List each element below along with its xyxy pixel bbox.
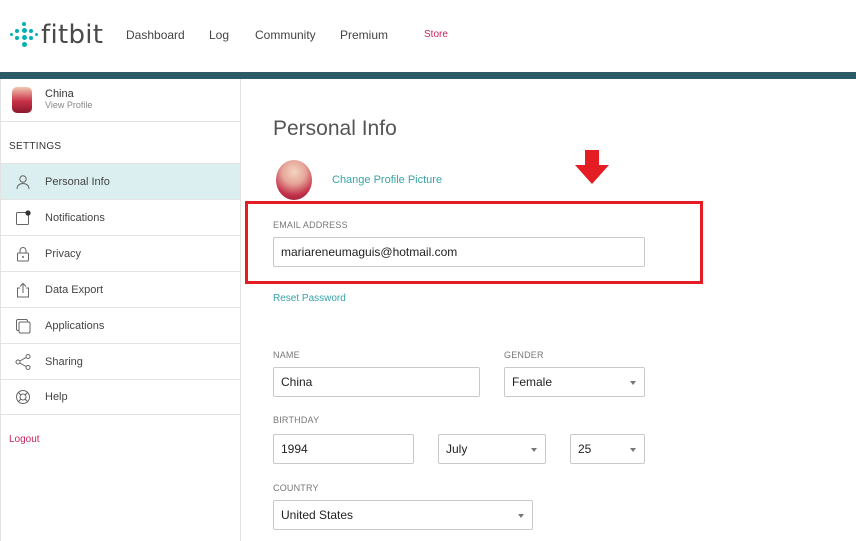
sidebar-item-label: Sharing <box>45 355 83 368</box>
sidebar-item-data-export[interactable]: Data Export <box>1 271 240 307</box>
gender-select[interactable]: Female <box>504 367 645 397</box>
sidebar-item-label: Applications <box>45 319 105 332</box>
top-header: fitbit Dashboard Log Community Premium S… <box>0 0 856 72</box>
sidebar-item-label: Personal Info <box>45 175 110 188</box>
notifications-icon <box>1 209 45 226</box>
country-label: COUNTRY <box>273 483 319 493</box>
red-down-arrow-icon <box>575 150 609 184</box>
email-label: EMAIL ADDRESS <box>273 220 348 230</box>
sidebar-item-sharing[interactable]: Sharing <box>1 343 240 379</box>
fitbit-logo[interactable]: fitbit <box>10 20 104 50</box>
change-profile-picture-link[interactable]: Change Profile Picture <box>332 174 442 186</box>
export-icon <box>1 282 45 298</box>
email-field[interactable]: mariareneumaguis@hotmail.com <box>273 237 645 267</box>
person-icon <box>1 174 45 190</box>
view-profile-link[interactable]: View Profile <box>45 100 92 111</box>
settings-sidebar: China View Profile SETTINGS Personal Inf… <box>0 79 241 541</box>
name-label: NAME <box>273 350 300 360</box>
birthday-label: BIRTHDAY <box>273 415 320 425</box>
share-icon <box>1 353 45 370</box>
lock-icon <box>1 246 45 262</box>
nav-log[interactable]: Log <box>209 28 255 42</box>
birthday-day-select[interactable]: 25 <box>570 434 645 464</box>
sidebar-item-label: Privacy <box>45 247 82 260</box>
logo-wordmark: fitbit <box>41 20 104 50</box>
nav-community[interactable]: Community <box>255 28 340 42</box>
sidebar-item-label: Data Export <box>45 283 104 296</box>
nav-store[interactable]: Store <box>424 28 448 42</box>
profile-name: China <box>45 88 74 100</box>
sidebar-item-applications[interactable]: Applications <box>1 307 240 343</box>
profile-picture[interactable] <box>276 160 312 200</box>
sidebar-item-help[interactable]: Help <box>1 379 240 415</box>
birthday-month-select[interactable]: July <box>438 434 546 464</box>
page-title: Personal Info <box>273 117 397 140</box>
nav-premium[interactable]: Premium <box>340 28 424 42</box>
sidebar-item-label: Help <box>45 391 68 403</box>
sidebar-item-personal-info[interactable]: Personal Info <box>1 163 240 199</box>
logout-link[interactable]: Logout <box>1 415 240 445</box>
name-field[interactable]: China <box>273 367 480 397</box>
sidebar-item-notifications[interactable]: Notifications <box>1 199 240 235</box>
gender-label: GENDER <box>504 350 544 360</box>
settings-heading: SETTINGS <box>9 141 62 152</box>
reset-password-link[interactable]: Reset Password <box>273 293 346 304</box>
avatar <box>12 87 32 113</box>
sidebar-profile[interactable]: China View Profile <box>1 79 240 122</box>
help-lifebuoy-icon <box>1 389 45 405</box>
fitbit-dots-icon <box>10 22 38 48</box>
nav-dashboard[interactable]: Dashboard <box>126 28 209 42</box>
country-select[interactable]: United States <box>273 500 533 530</box>
sidebar-item-privacy[interactable]: Privacy <box>1 235 240 271</box>
sidebar-item-label: Notifications <box>45 211 105 224</box>
applications-icon <box>1 318 45 334</box>
birthday-year-field[interactable]: 1994 <box>273 434 414 464</box>
header-divider-bar <box>0 72 856 79</box>
main-nav: Dashboard Log Community Premium Store <box>126 28 448 42</box>
